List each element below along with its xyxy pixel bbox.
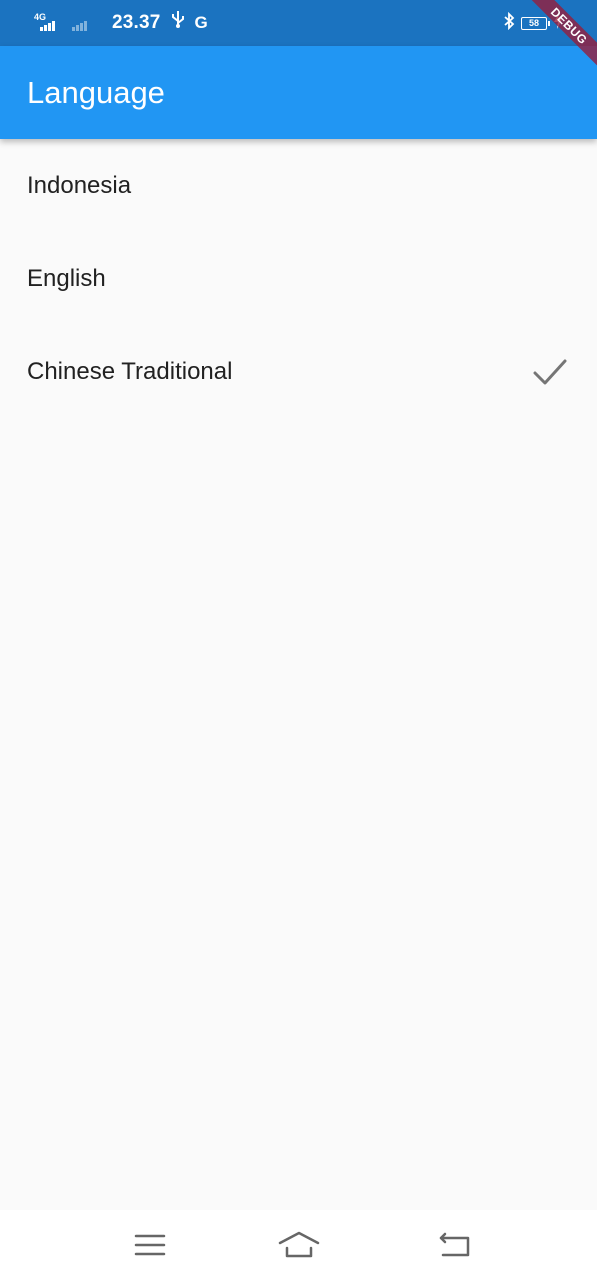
battery-icon: 58	[521, 16, 550, 30]
screen: 4G 23.37 G 58 DEBUG Language Indonesia E…	[0, 0, 597, 1280]
status-bar: 4G 23.37 G 58 DEBUG	[0, 0, 597, 75]
carrier-g-icon: G	[194, 13, 208, 32]
language-label: Chinese Traditional	[27, 358, 233, 385]
app-bar: Language	[0, 46, 597, 139]
language-item-indonesia[interactable]: Indonesia	[0, 139, 597, 232]
back-icon[interactable]	[433, 1228, 477, 1262]
page-title: Language	[27, 75, 165, 110]
battery-level: 58	[528, 18, 539, 28]
usb-icon	[171, 0, 185, 46]
bluetooth-icon	[503, 11, 515, 35]
language-label: English	[27, 265, 106, 292]
signal-4g-icon: 4G	[34, 13, 62, 33]
status-time: 23.37	[112, 12, 161, 33]
check-icon	[533, 359, 567, 385]
language-item-english[interactable]: English	[0, 232, 597, 325]
status-bar-left: 4G 23.37 G	[34, 0, 208, 46]
language-list: Indonesia English Chinese Traditional	[0, 139, 597, 418]
language-label: Indonesia	[27, 172, 132, 199]
language-item-chinese-traditional[interactable]: Chinese Traditional	[0, 325, 597, 418]
menu-icon[interactable]	[128, 1228, 172, 1262]
signal-icon	[72, 13, 100, 33]
home-icon[interactable]	[277, 1228, 321, 1262]
system-nav-bar	[0, 1210, 597, 1280]
